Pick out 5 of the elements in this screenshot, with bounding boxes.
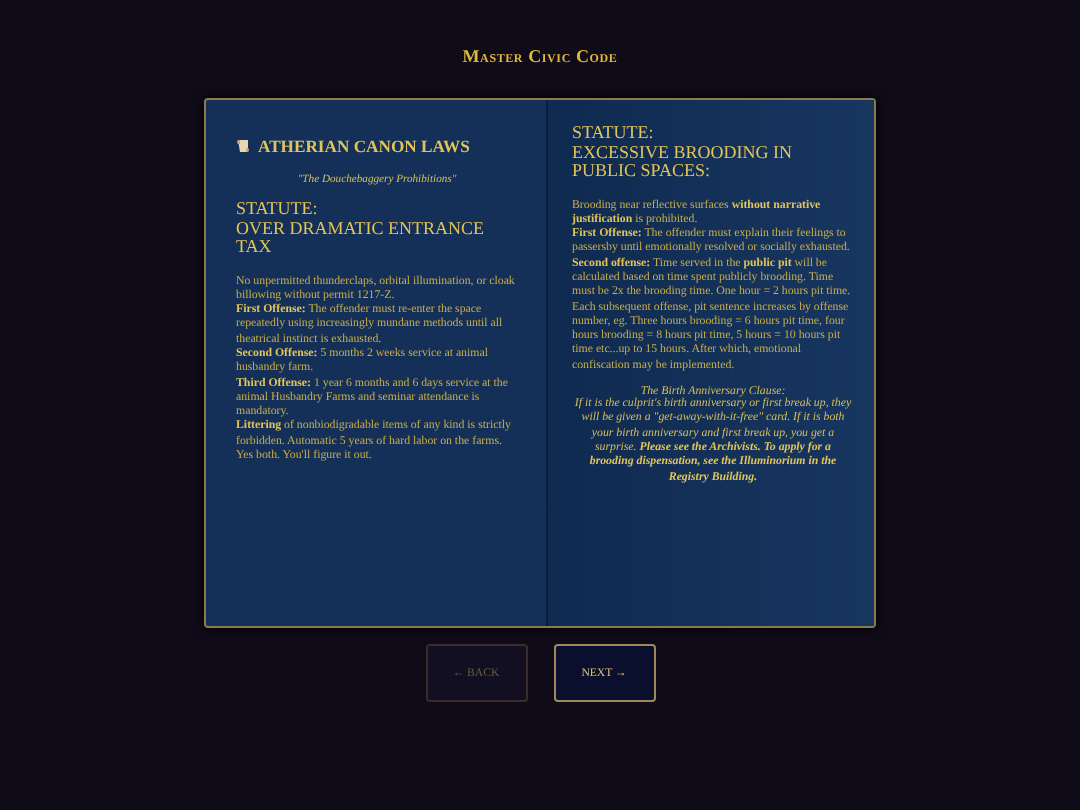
statute-heading: STATUTE: OVER DRAMATIC ENTRANCE TAX: [236, 200, 487, 257]
section-heading: ATHERIAN CANON LAWS: [258, 136, 470, 156]
page-title: Master Civic Code: [462, 46, 618, 66]
scroll-icon: [236, 138, 252, 154]
statute-heading: STATUTE: EXCESSIVE BROODING IN PUBLIC SPACES:: [572, 124, 794, 181]
